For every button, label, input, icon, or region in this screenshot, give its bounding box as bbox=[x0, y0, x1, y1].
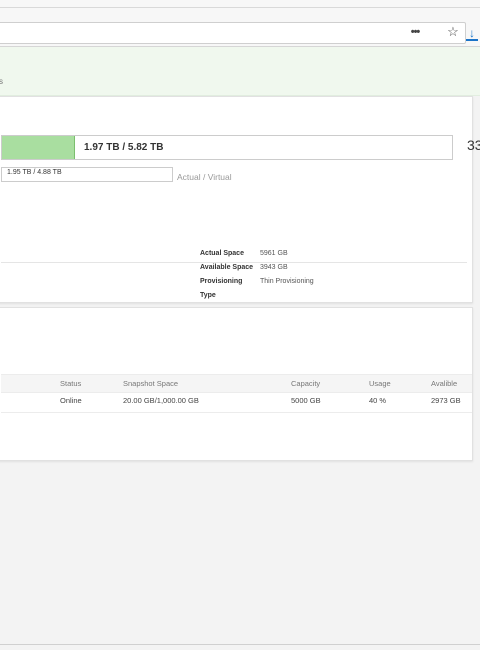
pocket-icon[interactable] bbox=[428, 26, 440, 38]
detail-row: Provisioning Type Thin Provisioning bbox=[200, 275, 314, 303]
tab-strip-divider bbox=[0, 7, 480, 8]
cell-usage: 40 % bbox=[369, 396, 387, 405]
cell-available: 2973 GB bbox=[431, 396, 461, 405]
page-content: s 1.97 TB / 5.82 TB 33 1.95 TB / 4.88 TB… bbox=[0, 47, 480, 650]
capacity-right-number: 33 bbox=[467, 137, 480, 153]
address-bar-actions: ••• ☆ bbox=[409, 25, 459, 38]
detail-row: Available Space 3943 GB bbox=[200, 261, 314, 275]
capacity-label: 1.97 TB / 5.82 TB bbox=[84, 142, 164, 153]
capacity-bar: 1.97 TB / 5.82 TB bbox=[1, 135, 453, 160]
window-bottom-edge bbox=[0, 644, 480, 645]
download-icon[interactable]: ↓ bbox=[466, 26, 478, 41]
cell-status: Online bbox=[60, 396, 82, 405]
detail-row: Actual Space 5961 GB bbox=[200, 247, 314, 261]
detail-key: Actual Space bbox=[200, 250, 244, 257]
detail-value: Thin Provisioning bbox=[260, 278, 314, 285]
notification-banner: s bbox=[0, 47, 480, 96]
detail-value: 3943 GB bbox=[260, 264, 288, 271]
cell-snapshot-space: 20.00 GB/1,000.00 GB bbox=[123, 396, 199, 405]
capacity-card: 1.97 TB / 5.82 TB 33 1.95 TB / 4.88 TB A… bbox=[0, 96, 480, 303]
star-icon[interactable]: ☆ bbox=[447, 25, 459, 38]
space-details: Actual Space 5961 GB Available Space 394… bbox=[200, 247, 314, 303]
table-header: Status Snapshot Space Capacity Usage Ava… bbox=[1, 374, 472, 393]
actual-virtual-value: 1.95 TB / 4.88 TB bbox=[7, 169, 62, 176]
cell-capacity: 5000 GB bbox=[291, 396, 321, 405]
detail-key: Provisioning Type bbox=[200, 278, 243, 299]
capacity-bar-fill bbox=[2, 136, 75, 159]
browser-toolbar: ••• ☆ ↓ bbox=[0, 0, 480, 47]
volumes-card: Status Snapshot Space Capacity Usage Ava… bbox=[0, 307, 473, 461]
banner-text: s bbox=[0, 77, 3, 86]
column-header-capacity[interactable]: Capacity bbox=[291, 379, 320, 388]
table-row[interactable]: Online 20.00 GB/1,000.00 GB 5000 GB 40 %… bbox=[1, 392, 472, 413]
actual-virtual-caption: Actual / Virtual bbox=[177, 172, 232, 182]
column-header-available[interactable]: Avalible bbox=[431, 379, 457, 388]
ellipsis-icon[interactable]: ••• bbox=[409, 26, 421, 38]
card-divider bbox=[1, 262, 467, 263]
column-header-usage[interactable]: Usage bbox=[369, 379, 391, 388]
detail-key: Available Space bbox=[200, 264, 254, 271]
column-header-snapshot-space[interactable]: Snapshot Space bbox=[123, 379, 178, 388]
address-bar[interactable]: ••• ☆ bbox=[0, 22, 466, 44]
column-header-status[interactable]: Status bbox=[60, 379, 81, 388]
actual-virtual-bar: 1.95 TB / 4.88 TB bbox=[1, 167, 173, 182]
detail-value: 5961 GB bbox=[260, 250, 288, 257]
